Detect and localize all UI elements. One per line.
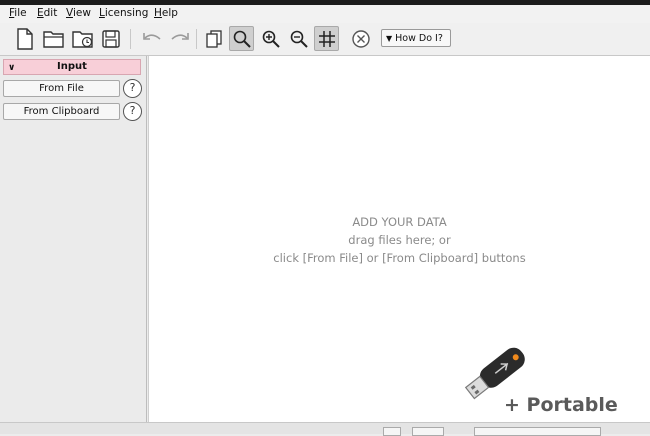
recent-folder-button[interactable] (70, 26, 95, 51)
status-widget[interactable] (383, 427, 401, 436)
zoom-search-button[interactable] (229, 26, 254, 51)
floppy-disk-icon (101, 29, 120, 48)
menu-licensing[interactable]: Licensing (99, 7, 148, 19)
redo-button[interactable] (167, 26, 192, 51)
click-buttons-hint: click [From File] or [From Clipboard] bu… (273, 251, 526, 265)
menu-licensing-rest: icensing (104, 7, 149, 19)
input-header-label: Input (57, 61, 87, 72)
zoom-in-icon (262, 30, 280, 48)
clear-button[interactable] (348, 26, 373, 51)
zoom-out-button[interactable] (286, 26, 311, 51)
toolbar-separator (130, 29, 131, 49)
grid-hash-icon (318, 30, 335, 47)
copy-pages-icon (205, 29, 222, 48)
input-panel: ∨ Input From File ? From Clipboard ? (0, 56, 147, 422)
new-file-button[interactable] (12, 26, 37, 51)
undo-icon (142, 32, 161, 40)
from-clipboard-help-button[interactable]: ? (123, 102, 142, 121)
collapse-chevron-icon: ∨ (8, 63, 16, 73)
copy-button[interactable] (201, 26, 226, 51)
save-button[interactable] (98, 26, 123, 51)
status-bar (0, 422, 650, 436)
menu-help-key: H (154, 7, 162, 19)
how-do-i-dropdown[interactable]: ▼ How Do I? (381, 29, 451, 47)
toolbar-separator (196, 29, 197, 49)
menu-file-rest: ile (14, 7, 27, 19)
from-file-help-button[interactable]: ? (123, 79, 142, 98)
input-section-header[interactable]: ∨ Input (3, 59, 141, 75)
menu-view-rest: iew (72, 7, 91, 19)
menu-view[interactable]: View (66, 7, 91, 19)
from-file-button[interactable]: From File (3, 80, 120, 97)
menu-help[interactable]: Help (154, 7, 178, 19)
open-folder-button[interactable] (41, 26, 66, 51)
redo-icon (170, 32, 189, 40)
add-data-title: ADD YOUR DATA (352, 215, 447, 229)
zoom-in-button[interactable] (258, 26, 283, 51)
magnifier-icon (233, 30, 251, 48)
how-do-i-label: How Do I? (395, 32, 443, 44)
close-circle-icon (351, 29, 370, 48)
zoom-out-icon (290, 30, 308, 48)
undo-button[interactable] (139, 26, 164, 51)
status-field[interactable] (474, 427, 601, 436)
portable-label: + Portable (504, 394, 618, 416)
from-clipboard-button[interactable]: From Clipboard (3, 103, 120, 120)
grid-button[interactable] (314, 26, 339, 51)
menu-edit-key: E (37, 7, 44, 19)
data-drop-area[interactable]: ADD YOUR DATA drag files here; or click … (148, 56, 650, 422)
menu-help-rest: elp (161, 7, 178, 19)
toolbar: ▼ How Do I? (0, 23, 650, 56)
menu-view-key: V (66, 7, 73, 19)
menu-file[interactable]: File (9, 7, 27, 19)
drag-files-hint: drag files here; or (348, 233, 451, 247)
status-widget[interactable] (412, 427, 444, 436)
new-file-icon (16, 27, 33, 50)
menu-edit[interactable]: Edit (37, 7, 57, 19)
menu-edit-rest: dit (43, 7, 58, 19)
recent-folder-icon (71, 30, 93, 48)
dropdown-triangle-icon: ▼ (386, 33, 393, 43)
menu-bar: File Edit View Licensing Help (0, 5, 650, 23)
folder-icon (42, 30, 64, 48)
